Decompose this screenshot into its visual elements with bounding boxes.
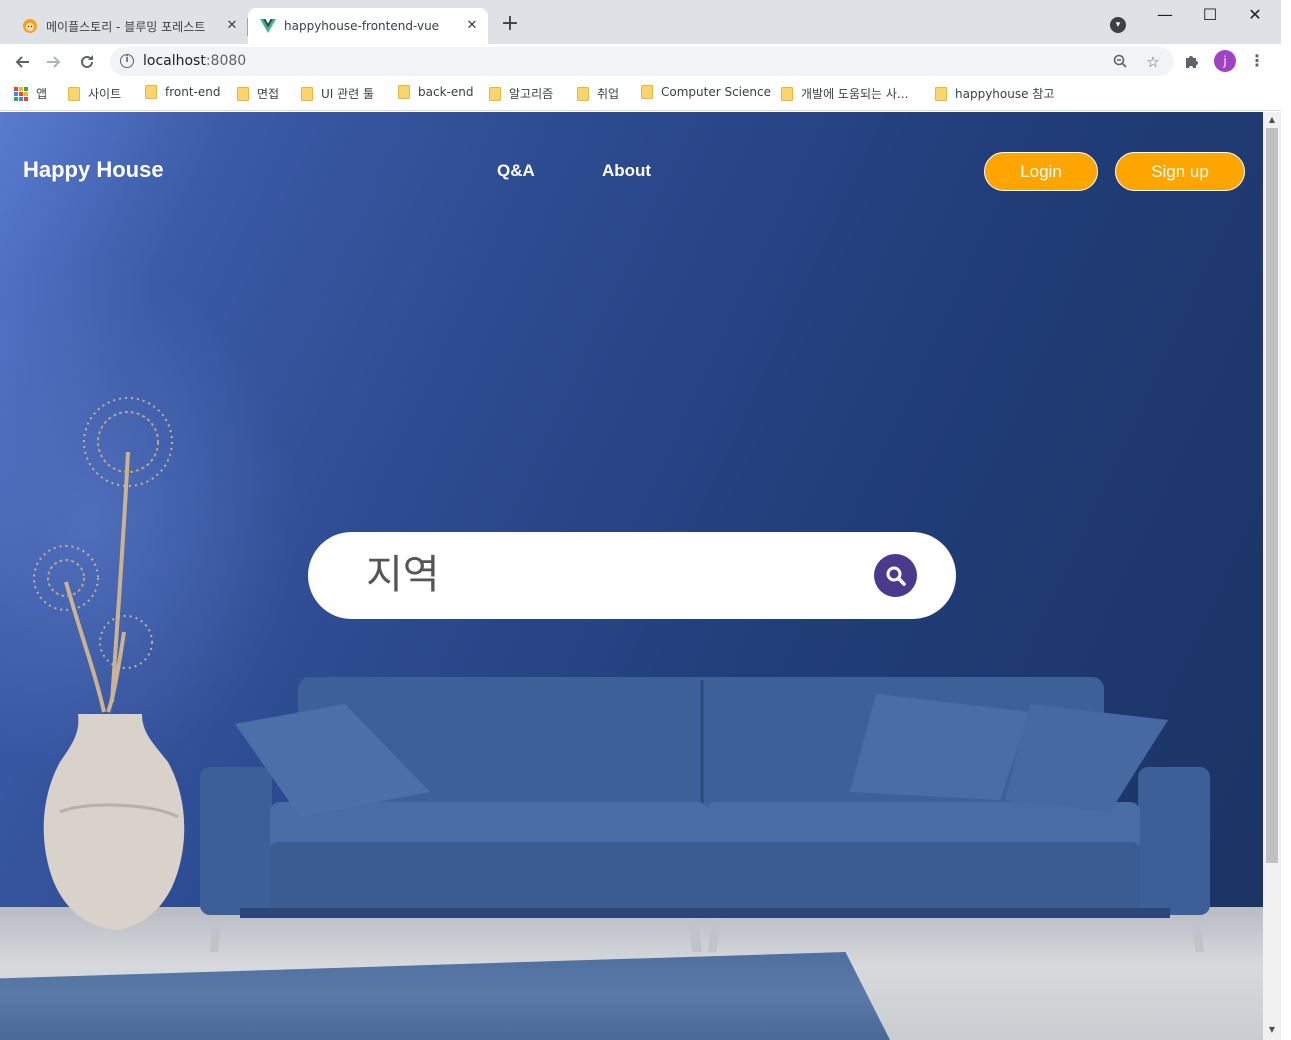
new-tab-button[interactable]: + <box>498 13 522 37</box>
page-viewport: Happy House Q&A About Login Sign up <box>0 112 1263 1040</box>
region-search-input[interactable] <box>366 546 846 604</box>
vase <box>43 714 185 930</box>
search-icon <box>886 566 906 586</box>
flower-heads <box>33 397 173 669</box>
bookmark-folder[interactable]: back-end <box>398 85 473 99</box>
sofa <box>200 677 1210 952</box>
tab-close-icon[interactable]: ✕ <box>224 18 240 34</box>
browser-toolbar: i localhost:8080 ☆ <box>0 44 1281 79</box>
bookmark-label: front-end <box>165 85 221 99</box>
bookmark-label: 면접 <box>257 87 280 101</box>
bookmark-label: happyhouse 참고 <box>955 87 1055 101</box>
bookmark-folder[interactable]: Computer Science <box>641 85 771 99</box>
folder-icon <box>68 86 80 101</box>
folder-icon <box>781 86 793 101</box>
bookmark-label: 사이트 <box>88 87 122 101</box>
bookmark-label: 알고리즘 <box>509 87 554 101</box>
forward-arrow-icon[interactable] <box>42 50 66 74</box>
folder-icon <box>398 85 410 99</box>
site-info-icon[interactable]: i <box>120 54 134 68</box>
folder-icon <box>577 86 589 101</box>
bookmark-apps[interactable]: 앱 <box>14 85 47 102</box>
bookmark-folder[interactable]: happyhouse 참고 <box>935 85 1054 102</box>
tab-title: happyhouse-frontend-vue <box>284 19 440 33</box>
profile-avatar[interactable]: j <box>1214 50 1236 72</box>
maple-mushroom-icon <box>22 18 38 34</box>
bookmark-label: UI 관련 툴 <box>321 87 375 101</box>
scroll-down-arrow-icon[interactable]: ▼ <box>1267 1025 1277 1035</box>
bookmark-label: 취업 <box>597 87 620 101</box>
bookmark-folder[interactable]: 면접 <box>237 85 279 102</box>
back-arrow-icon[interactable] <box>10 50 34 74</box>
maximize-button[interactable]: ☐ <box>1195 4 1225 26</box>
login-button[interactable]: Login <box>984 152 1098 191</box>
tab-maplestory[interactable]: 메이플스토리 - 블루밍 포레스트 ✕ <box>10 8 248 44</box>
bookmark-folder[interactable]: 취업 <box>577 85 619 102</box>
reload-icon[interactable] <box>75 50 99 74</box>
bookmark-folder[interactable]: 알고리즘 <box>489 85 553 102</box>
bookmark-folder[interactable]: 사이트 <box>68 85 121 102</box>
bookmark-star-icon[interactable]: ☆ <box>1145 54 1161 70</box>
folder-icon <box>301 86 313 101</box>
bookmark-folder[interactable]: UI 관련 툴 <box>301 85 374 102</box>
tab-close-icon[interactable]: ✕ <box>464 18 480 34</box>
tab-title: 메이플스토리 - 블루밍 포레스트 <box>46 19 206 34</box>
url-text: localhost:8080 <box>143 53 247 69</box>
minimize-button[interactable]: — <box>1150 4 1180 26</box>
bookmark-folder[interactable]: front-end <box>145 85 220 99</box>
folder-icon <box>489 86 501 101</box>
vue-logo-icon <box>260 18 276 34</box>
nav-link-qna[interactable]: Q&A <box>497 161 535 181</box>
scroll-up-arrow-icon[interactable]: ▲ <box>1267 115 1277 125</box>
tab-strip: 메이플스토리 - 블루밍 포레스트 ✕ happyhouse-frontend-… <box>0 0 1281 44</box>
folder-icon <box>145 85 157 99</box>
tab-search-icon[interactable]: ▾ <box>1110 17 1126 33</box>
signup-button[interactable]: Sign up <box>1115 152 1245 191</box>
site-logo[interactable]: Happy House <box>23 157 164 183</box>
address-bar[interactable]: i localhost:8080 ☆ <box>110 47 1174 76</box>
bookmark-label: Computer Science <box>661 85 771 99</box>
bookmark-label: back-end <box>418 85 474 99</box>
folder-icon <box>641 85 653 99</box>
tab-happyhouse[interactable]: happyhouse-frontend-vue ✕ <box>248 8 488 44</box>
apps-grid-icon <box>14 86 28 101</box>
dried-flower-decor <box>64 451 130 713</box>
nav-link-about[interactable]: About <box>602 161 651 181</box>
folder-icon <box>935 86 947 101</box>
zoom-icon[interactable] <box>1112 54 1128 70</box>
folder-icon <box>237 86 249 101</box>
bookmark-folder[interactable]: 개발에 도움되는 사... <box>781 85 908 102</box>
bookmark-label: 앱 <box>36 87 48 101</box>
bookmarks-bar: 앱 사이트 front-end 면접 UI 관련 툴 back-end 알고리즘… <box>0 79 1281 111</box>
region-search-box <box>308 532 956 619</box>
browser-menu-icon[interactable]: ⋮ <box>1248 52 1266 70</box>
page-scrollbar[interactable]: ▲ ▼ <box>1263 112 1281 1040</box>
extensions-puzzle-icon[interactable] <box>1183 53 1201 71</box>
scroll-thumb[interactable] <box>1266 128 1278 863</box>
search-button[interactable] <box>874 554 917 597</box>
bookmark-label: 개발에 도움되는 사... <box>801 87 909 101</box>
close-window-button[interactable]: ✕ <box>1240 4 1270 26</box>
